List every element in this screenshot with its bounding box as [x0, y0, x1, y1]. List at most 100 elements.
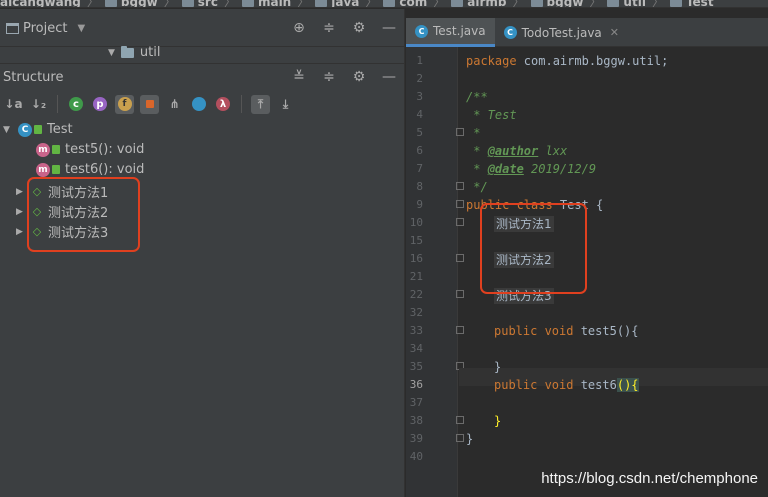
- line-number-gutter: 1 2 3 4 5 6 7 8 9 10 15 16 21 22 32 33 3…: [406, 47, 464, 497]
- breadcrumb-item[interactable]: com 〉: [377, 0, 445, 7]
- code-line[interactable]: *: [466, 126, 480, 140]
- class-label: Test: [47, 122, 73, 137]
- fold-marker[interactable]: [456, 128, 464, 136]
- breadcrumb-item[interactable]: bggw 〉: [99, 0, 176, 7]
- hide-icon[interactable]: —: [381, 69, 397, 85]
- fold-marker[interactable]: [456, 182, 464, 190]
- code-line[interactable]: */: [466, 180, 487, 194]
- expand-arrow-icon[interactable]: ▶: [16, 207, 26, 217]
- show-anonymous-icon[interactable]: [192, 97, 206, 111]
- expand-arrow-icon[interactable]: ▼: [3, 125, 13, 135]
- breadcrumb-item[interactable]: Test: [664, 0, 714, 8]
- method-decl: test6: [573, 378, 617, 392]
- line-number: 7: [416, 162, 423, 175]
- breadcrumb-label: aicangwang: [0, 0, 81, 8]
- folded-region[interactable]: 测试方法2: [494, 252, 554, 268]
- expand-arrow-icon[interactable]: ▶: [16, 187, 26, 197]
- folder-icon: [315, 0, 328, 7]
- locate-icon[interactable]: ⊕: [291, 20, 307, 36]
- collapse-icon[interactable]: ≑: [321, 20, 337, 36]
- breadcrumb-label: Test: [685, 0, 714, 8]
- breadcrumb-item[interactable]: src 〉: [176, 0, 236, 7]
- close-icon[interactable]: ✕: [610, 26, 619, 39]
- fold-marker[interactable]: [456, 290, 464, 298]
- code-line[interactable]: 测试方法2: [494, 251, 554, 268]
- class-icon: C: [415, 24, 428, 38]
- code-line[interactable]: /**: [466, 90, 488, 104]
- fold-marker[interactable]: [456, 254, 464, 262]
- show-fields-icon[interactable]: f: [115, 94, 134, 114]
- line-number-current: 36: [409, 378, 423, 391]
- gear-icon[interactable]: ⚙: [351, 69, 367, 85]
- project-view-selector[interactable]: Project ▼: [6, 21, 85, 36]
- folded-region[interactable]: 测试方法1: [494, 216, 554, 232]
- breadcrumb-item[interactable]: java 〉: [309, 0, 377, 7]
- breadcrumb-item[interactable]: main 〉: [236, 0, 309, 7]
- chevron-right-icon: 〉: [512, 0, 525, 8]
- chevron-right-icon: 〉: [589, 0, 602, 8]
- tree-node-method[interactable]: m test5(): void: [36, 142, 144, 157]
- keyword: package: [466, 54, 517, 68]
- line-number: 34: [409, 342, 423, 355]
- show-properties-icon[interactable]: p: [93, 97, 107, 111]
- expand-arrow-icon[interactable]: ▶: [16, 227, 26, 237]
- autoscroll-to-source-icon[interactable]: ⤒: [251, 94, 270, 114]
- breadcrumb: aicangwang 〉 bggw 〉 src 〉 main 〉 java 〉 com 〉 airmb 〉…: [0, 0, 768, 8]
- code-line[interactable]: package com.airmb.bggw.util;: [466, 54, 668, 68]
- tree-node-region[interactable]: ▶ ◇ 测试方法1: [16, 182, 108, 202]
- expand-all-icon[interactable]: ≚: [291, 69, 307, 85]
- code-line[interactable]: 测试方法3: [494, 287, 554, 304]
- autoscroll-from-source-icon[interactable]: ⤓: [276, 95, 295, 114]
- breadcrumb-item[interactable]: airmb 〉: [445, 0, 525, 8]
- show-toString-icon[interactable]: ⋔: [165, 95, 184, 114]
- code-line[interactable]: 测试方法1: [494, 215, 554, 232]
- show-lambdas-icon[interactable]: λ: [216, 97, 230, 111]
- sort-alpha-icon[interactable]: ↓a: [4, 95, 23, 114]
- tab-test-java[interactable]: C Test.java: [406, 18, 495, 47]
- tree-node-class[interactable]: ▼ C Test: [3, 122, 73, 137]
- sort-visibility-icon[interactable]: ↓₂: [29, 95, 48, 114]
- code-line[interactable]: * Test: [466, 108, 516, 122]
- code-line[interactable]: * @date 2019/12/9: [466, 162, 596, 176]
- gear-icon[interactable]: ⚙: [351, 20, 367, 36]
- matched-bracket: (){: [616, 378, 639, 392]
- fold-marker[interactable]: [456, 434, 464, 442]
- tree-node-method[interactable]: m test6(): void: [36, 162, 144, 177]
- tree-node-region[interactable]: ▶ ◇ 测试方法3: [16, 222, 109, 242]
- code-line-current[interactable]: public void test6(){: [494, 378, 639, 392]
- fold-marker[interactable]: [456, 416, 464, 424]
- fold-marker[interactable]: [456, 200, 464, 208]
- method-label: test6(): void: [65, 162, 145, 177]
- show-non-public-icon[interactable]: [140, 94, 159, 114]
- hide-icon[interactable]: —: [381, 20, 397, 36]
- method-icon: m: [36, 142, 50, 157]
- tab-todotest-java[interactable]: C TodoTest.java ✕: [495, 18, 628, 47]
- collapse-all-icon[interactable]: ≑: [321, 69, 337, 85]
- folder-icon: [451, 0, 464, 7]
- breadcrumb-label: util: [623, 0, 646, 8]
- show-inherited-icon[interactable]: c: [69, 97, 83, 111]
- code-line[interactable]: public void test5(){: [494, 324, 639, 338]
- project-tree-util-folder[interactable]: ▼ util: [108, 45, 160, 60]
- breadcrumb-item[interactable]: bggw 〉: [525, 0, 602, 8]
- folded-region[interactable]: 测试方法3: [494, 288, 554, 304]
- breadcrumb-item[interactable]: util 〉: [601, 0, 664, 8]
- tree-node-region[interactable]: ▶ ◇ 测试方法2: [16, 202, 109, 222]
- project-panel-header: Project ▼ ⊕ ≑ ⚙ —: [0, 9, 405, 47]
- expand-arrow-icon[interactable]: ▼: [108, 48, 115, 58]
- line-number: 5: [416, 126, 423, 139]
- code-line[interactable]: public class Test {: [466, 198, 603, 212]
- code-line[interactable]: }: [494, 414, 501, 428]
- toolbar-separator: [241, 95, 242, 113]
- code-line[interactable]: }: [466, 432, 473, 446]
- lock-icon: [52, 145, 60, 154]
- breadcrumb-label: airmb: [467, 0, 507, 8]
- breadcrumb-item[interactable]: aicangwang 〉: [0, 0, 99, 8]
- line-number: 6: [416, 144, 423, 157]
- code-line[interactable]: }: [494, 360, 501, 374]
- region-label: 测试方法3: [48, 226, 109, 241]
- region-label: 测试方法2: [48, 206, 109, 221]
- fold-marker[interactable]: [456, 326, 464, 334]
- code-line[interactable]: * @author lxx: [466, 144, 567, 158]
- fold-marker[interactable]: [456, 218, 464, 226]
